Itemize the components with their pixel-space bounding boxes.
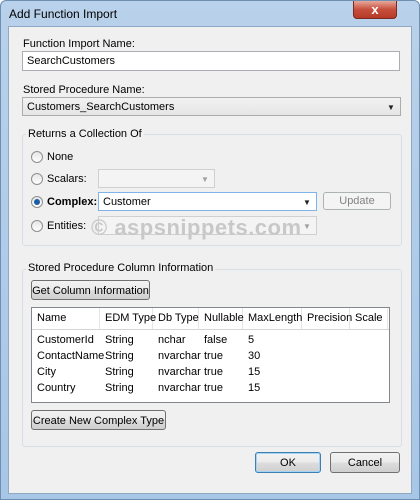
chevron-down-icon: ▼: [201, 175, 209, 184]
column-header-scale[interactable]: Scale: [350, 308, 388, 329]
scalars-select[interactable]: ▼: [98, 169, 215, 188]
add-function-import-dialog: Add Function Import x Function Import Na…: [0, 0, 420, 500]
column-header-name[interactable]: Name: [32, 308, 100, 329]
table-cell: ContactName: [37, 350, 105, 362]
column-header-db-type[interactable]: Db Type: [153, 308, 199, 329]
table-row[interactable]: City String nvarchar true 15: [32, 364, 389, 380]
table-cell: 15: [248, 366, 261, 378]
table-cell: String: [105, 366, 134, 378]
radio-complex-label: Complex:: [47, 196, 98, 208]
column-header-nullable[interactable]: Nullable: [199, 308, 244, 329]
table-cell: String: [105, 382, 134, 394]
function-import-name-label: Function Import Name:: [23, 38, 135, 50]
table-cell: nchar: [158, 334, 186, 346]
table-cell: CustomerId: [37, 334, 94, 346]
complex-type-value: Customer: [103, 196, 151, 208]
table-cell: City: [37, 366, 56, 378]
close-icon: x: [371, 2, 379, 17]
returns-collection-title: Returns a Collection Of: [26, 128, 144, 140]
radio-complex[interactable]: [31, 196, 43, 208]
create-new-complex-type-button[interactable]: Create New Complex Type: [31, 410, 166, 430]
complex-type-select[interactable]: Customer ▼: [98, 192, 317, 211]
window-title: Add Function Import: [9, 7, 118, 21]
table-row[interactable]: ContactName String nvarchar true 30: [32, 348, 389, 364]
radio-scalars-label: Scalars:: [47, 173, 87, 185]
stored-procedure-name-label: Stored Procedure Name:: [23, 84, 145, 96]
table-cell: true: [204, 350, 223, 362]
watermark: © aspsnippets.com: [91, 215, 302, 240]
column-header-maxlength[interactable]: MaxLength: [243, 308, 302, 329]
cancel-button[interactable]: Cancel: [330, 452, 400, 473]
column-info-title: Stored Procedure Column Information: [26, 262, 216, 274]
table-row[interactable]: Country String nvarchar true 15: [32, 380, 389, 396]
table-cell: true: [204, 382, 223, 394]
radio-entities[interactable]: [31, 220, 43, 232]
table-cell: nvarchar: [158, 382, 201, 394]
get-column-information-button[interactable]: Get Column Information: [31, 280, 150, 300]
chevron-down-icon: ▼: [303, 198, 311, 207]
table-cell: true: [204, 366, 223, 378]
update-button[interactable]: Update: [323, 192, 391, 210]
chevron-down-icon: ▼: [387, 103, 395, 112]
close-button[interactable]: x: [353, 1, 397, 19]
column-info-list[interactable]: Name EDM Type Db Type Nullable MaxLength…: [31, 307, 390, 403]
function-import-name-input[interactable]: SearchCustomers: [22, 51, 400, 71]
column-header-precision[interactable]: Precision: [302, 308, 352, 329]
table-cell: 15: [248, 382, 261, 394]
radio-none-label: None: [47, 151, 74, 163]
table-cell: Country: [37, 382, 76, 394]
radio-entities-label: Entities:: [47, 220, 87, 232]
title-bar[interactable]: Add Function Import x: [1, 1, 419, 25]
table-cell: nvarchar: [158, 350, 201, 362]
radio-scalars[interactable]: [31, 173, 43, 185]
table-row[interactable]: CustomerId String nchar false 5: [32, 332, 389, 348]
dialog-body: Function Import Name: SearchCustomers St…: [8, 26, 412, 494]
table-cell: 30: [248, 350, 261, 362]
chevron-down-icon: ▼: [303, 222, 311, 231]
table-cell: false: [204, 334, 228, 346]
ok-button[interactable]: OK: [255, 452, 321, 473]
stored-procedure-select[interactable]: Customers_SearchCustomers ▼: [22, 97, 401, 116]
column-header-edm-type[interactable]: EDM Type: [100, 308, 156, 329]
table-cell: String: [105, 334, 134, 346]
radio-none[interactable]: [31, 151, 43, 163]
table-cell: nvarchar: [158, 366, 201, 378]
table-cell: String: [105, 350, 134, 362]
stored-procedure-value: Customers_SearchCustomers: [27, 101, 175, 113]
column-header-row: Name EDM Type Db Type Nullable MaxLength…: [32, 308, 389, 330]
table-cell: 5: [248, 334, 255, 346]
